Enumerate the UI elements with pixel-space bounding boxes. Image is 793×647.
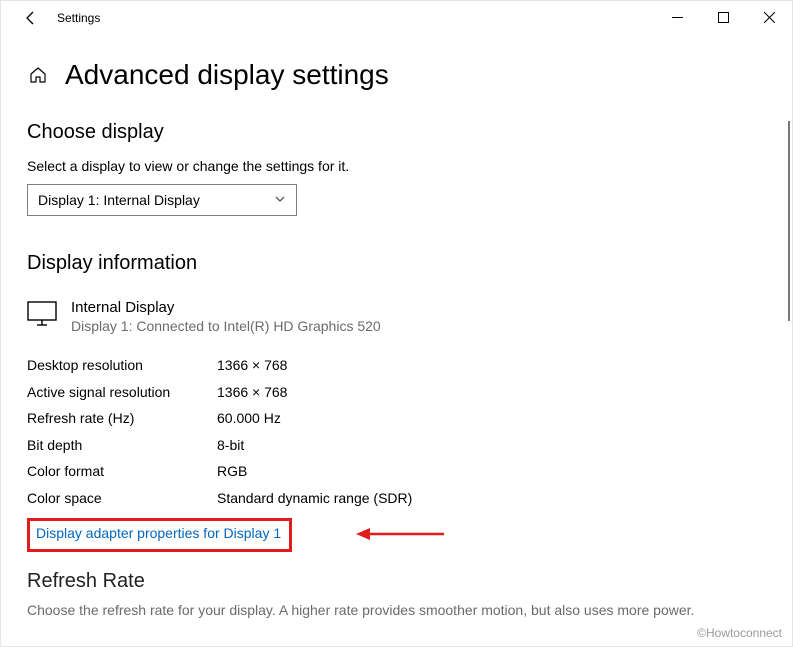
home-icon xyxy=(28,65,48,85)
spec-table: Desktop resolution1366 × 768Active signa… xyxy=(27,352,766,512)
display-select-dropdown[interactable]: Display 1: Internal Display xyxy=(27,184,297,216)
annotation-arrow xyxy=(356,525,446,548)
spec-value: Standard dynamic range (SDR) xyxy=(217,485,412,512)
spec-row: Bit depth8-bit xyxy=(27,432,766,459)
spec-label: Bit depth xyxy=(27,432,217,459)
spec-row: Refresh rate (Hz)60.000 Hz xyxy=(27,405,766,432)
spec-label: Color format xyxy=(27,458,217,485)
spec-label: Color space xyxy=(27,485,217,512)
spec-value: 1366 × 768 xyxy=(217,352,287,379)
chevron-down-icon xyxy=(274,192,286,208)
back-button[interactable] xyxy=(19,6,43,30)
display-information-heading: Display information xyxy=(27,252,766,275)
spec-value: 60.000 Hz xyxy=(217,405,281,432)
spec-row: Desktop resolution1366 × 768 xyxy=(27,352,766,379)
monitor-icon xyxy=(27,301,57,327)
home-button[interactable] xyxy=(27,64,49,86)
spec-row: Color formatRGB xyxy=(27,458,766,485)
maximize-button[interactable] xyxy=(700,1,746,33)
minimize-button[interactable] xyxy=(654,1,700,33)
choose-display-helper: Select a display to view or change the s… xyxy=(27,158,766,174)
spec-value: 1366 × 768 xyxy=(217,379,287,406)
refresh-rate-heading: Refresh Rate xyxy=(27,570,766,593)
spec-row: Color spaceStandard dynamic range (SDR) xyxy=(27,485,766,512)
spec-label: Active signal resolution xyxy=(27,379,217,406)
display-select-value: Display 1: Internal Display xyxy=(38,192,200,208)
spec-value: RGB xyxy=(217,458,247,485)
display-connection: Display 1: Connected to Intel(R) HD Grap… xyxy=(71,318,381,334)
display-info-block: Internal Display Display 1: Connected to… xyxy=(27,299,766,334)
spec-row: Active signal resolution1366 × 768 xyxy=(27,379,766,406)
window-title: Settings xyxy=(57,11,100,25)
close-button[interactable] xyxy=(746,1,792,33)
minimize-icon xyxy=(672,12,683,23)
page-header: Advanced display settings xyxy=(27,59,766,91)
watermark: ©Howtoconnect xyxy=(697,626,782,640)
choose-display-heading: Choose display xyxy=(27,121,766,144)
page-title: Advanced display settings xyxy=(65,59,389,91)
refresh-rate-description: Choose the refresh rate for your display… xyxy=(27,601,766,621)
display-adapter-properties-link[interactable]: Display adapter properties for Display 1 xyxy=(36,525,281,541)
adapter-link-highlight: Display adapter properties for Display 1 xyxy=(27,518,292,552)
display-name: Internal Display xyxy=(71,299,381,316)
maximize-icon xyxy=(718,12,729,23)
spec-label: Desktop resolution xyxy=(27,352,217,379)
scrollbar-indicator[interactable] xyxy=(788,121,790,321)
close-icon xyxy=(764,12,775,23)
spec-value: 8-bit xyxy=(217,432,244,459)
window-controls xyxy=(654,1,792,33)
spec-label: Refresh rate (Hz) xyxy=(27,405,217,432)
back-arrow-icon xyxy=(23,10,39,26)
